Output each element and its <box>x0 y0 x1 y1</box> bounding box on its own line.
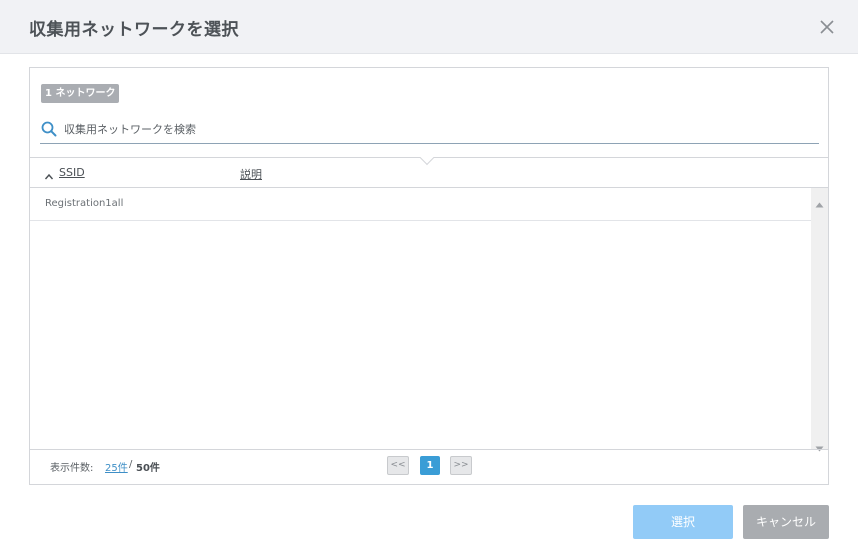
network-count-badge: 1 ネットワーク <box>41 84 120 103</box>
row-ssid: Registration1all <box>45 198 124 209</box>
table-row[interactable]: Registration1all <box>30 188 811 221</box>
column-header-ssid[interactable]: SSID <box>59 166 85 179</box>
close-icon[interactable] <box>818 18 836 36</box>
select-network-dialog: 収集用ネットワークを選択 1 ネットワーク SSID 説明 Registrati… <box>0 0 858 558</box>
search-bar <box>40 116 819 144</box>
prev-page-button[interactable]: << <box>387 456 409 475</box>
vertical-scrollbar[interactable] <box>811 188 828 452</box>
next-page-button[interactable]: >> <box>450 456 472 475</box>
table-footer: 表示件数: 25件 / 50件 << 1 >> <box>30 449 828 484</box>
table-body: Registration1all <box>30 188 811 449</box>
scroll-up-icon[interactable] <box>815 193 824 208</box>
network-list-panel: 1 ネットワーク SSID 説明 Registration1all <box>29 67 829 485</box>
search-icon <box>41 121 57 137</box>
page-1-button[interactable]: 1 <box>420 456 440 475</box>
dialog-title: 収集用ネットワークを選択 <box>29 20 239 40</box>
sort-ascending-icon[interactable] <box>44 167 54 180</box>
per-page-separator: / <box>129 459 133 470</box>
dialog-header: 収集用ネットワークを選択 <box>0 0 858 54</box>
column-header-description[interactable]: 説明 <box>240 166 262 182</box>
per-page-50-option[interactable]: 50件 <box>136 459 160 474</box>
per-page-label: 表示件数: <box>50 463 94 474</box>
select-button[interactable]: 選択 <box>633 505 733 539</box>
search-input[interactable] <box>64 120 804 138</box>
per-page-25-link[interactable]: 25件 <box>105 459 128 474</box>
cancel-button[interactable]: キャンセル <box>743 505 829 539</box>
scroll-down-icon[interactable] <box>815 437 824 452</box>
